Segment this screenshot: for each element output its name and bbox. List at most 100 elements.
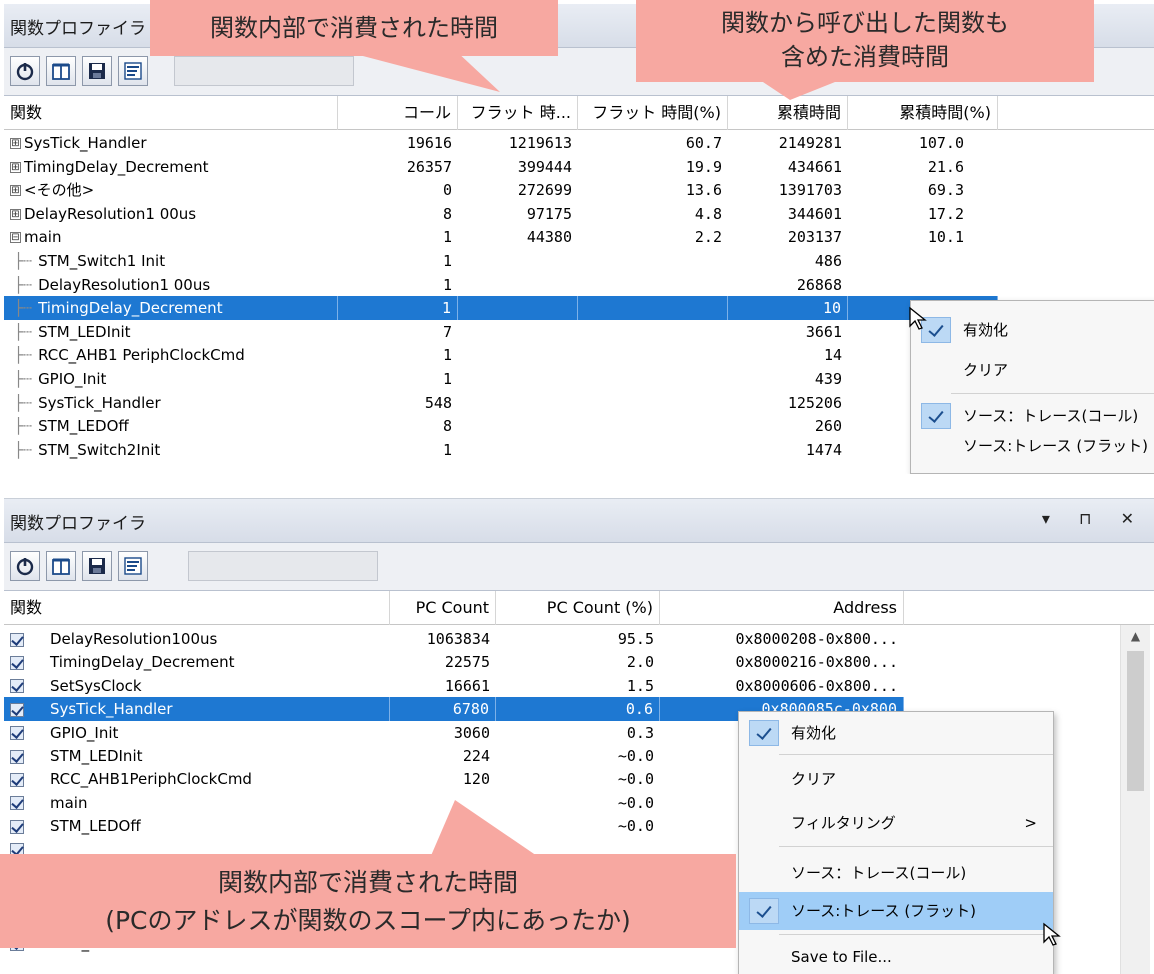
- col-flat-time[interactable]: フラット 時...: [458, 96, 578, 130]
- menu-item[interactable]: ソース:トレース (フラット): [911, 427, 1154, 465]
- function-name-cell: ├┄ STM_Switch1 Init: [4, 249, 338, 273]
- list-view-icon[interactable]: [118, 56, 148, 86]
- expand-icon[interactable]: ⊞: [10, 161, 21, 173]
- menu-separator: [951, 393, 1154, 394]
- clear-icon[interactable]: [46, 551, 76, 581]
- table-row[interactable]: ├┄ STM_Switch2Init 1 1474: [4, 438, 998, 462]
- expand-icon[interactable]: ⊞: [10, 208, 21, 220]
- toolbar-filter-field[interactable]: [174, 56, 354, 86]
- table-row[interactable]: ├┄ TimingDelay_Decrement 1 10: [4, 296, 998, 321]
- cell-flat: [458, 296, 578, 321]
- table-row[interactable]: ├┄ STM_LEDInit 7 3661: [4, 320, 998, 344]
- menu-item-label: ソース:トレース (フラット): [791, 902, 977, 920]
- table-row[interactable]: ⊟ main 1 44380 2.2 203137 10.1: [4, 225, 998, 249]
- col-cum-time[interactable]: 累積時間: [728, 96, 848, 130]
- table-row[interactable]: ├┄ DelayResolution1 00us 1 26868: [4, 273, 998, 297]
- window-buttons[interactable]: ▾ ⊓ ✕: [1042, 509, 1146, 528]
- menu-item[interactable]: クリア: [739, 760, 1053, 798]
- cell-flat-pct: [578, 367, 728, 391]
- bottom-table-header: 関数 PC Count PC Count (%) Address: [4, 591, 1154, 625]
- list-view-icon[interactable]: [118, 551, 148, 581]
- checkbox-checked-icon[interactable]: [10, 772, 24, 787]
- save-icon[interactable]: [82, 551, 112, 581]
- table-row[interactable]: ├┄ STM_Switch1 Init 1 486: [4, 249, 998, 273]
- cell-flat-pct: 2.2: [694, 228, 722, 247]
- scrollbar-thumb[interactable]: [1127, 651, 1144, 791]
- expand-icon[interactable]: ⊞: [10, 185, 21, 197]
- table-row[interactable]: ├┄ RCC_AHB1 PeriphClockCmd 1 14: [4, 343, 998, 367]
- checkbox-checked-icon[interactable]: [10, 655, 24, 670]
- checkbox-checked-icon[interactable]: [10, 749, 24, 764]
- table-row[interactable]: ⊞ DelayResolution1 00us 8 97175 4.8 344601 17.…: [4, 202, 998, 226]
- cell-addr: 0x8000208-0x800...: [735, 630, 898, 648]
- table-row[interactable]: TimingDelay_Decrement 22575 2.0 0x8000216-0…: [4, 650, 904, 674]
- vertical-scrollbar[interactable]: ▲: [1120, 625, 1150, 974]
- cell-cum: 260: [814, 417, 842, 436]
- collapse-icon[interactable]: ⊟: [10, 232, 21, 244]
- checkbox-checked-icon[interactable]: [10, 702, 24, 717]
- col-flat-time-pct[interactable]: フラット 時間(%): [578, 96, 728, 130]
- toolbar-filter-field[interactable]: [188, 551, 378, 581]
- cell-flat: [458, 438, 578, 462]
- function-name: DelayResolution100us: [50, 630, 218, 648]
- col-call[interactable]: コール: [338, 96, 458, 130]
- cell-flat-pct: [578, 414, 728, 438]
- col-pc-count-pct[interactable]: PC Count (%): [496, 591, 660, 625]
- expand-icon[interactable]: ⊞: [10, 138, 21, 149]
- clear-icon[interactable]: [46, 56, 76, 86]
- menu-item[interactable]: ソース:トレース (フラット): [739, 892, 1053, 930]
- checkbox-checked-icon[interactable]: [10, 726, 24, 741]
- cell-flat: 97175: [526, 204, 572, 223]
- power-icon[interactable]: [10, 551, 40, 581]
- function-name: STM_LEDInit: [50, 747, 143, 765]
- function-name-cell: ⊟ main: [4, 225, 338, 249]
- checkbox-checked-icon[interactable]: [10, 679, 24, 694]
- callout-top-left-text: 関数内部で消費された時間: [210, 14, 498, 42]
- table-row[interactable]: SetSysClock 16661 1.5 0x8000606-0x800...: [4, 674, 904, 698]
- table-row[interactable]: ⊞ SysTick_Handler 19616 1219613 60.7 2149281 1…: [4, 131, 998, 155]
- col-address[interactable]: Address: [660, 591, 904, 625]
- menu-item-label: クリア: [791, 770, 837, 788]
- menu-item[interactable]: 有効化: [911, 311, 1154, 349]
- menu-item[interactable]: クリア: [911, 351, 1154, 389]
- function-name: DelayResolution1 00us: [24, 204, 197, 223]
- cell-pc: 120: [462, 770, 490, 789]
- cell-call: 1: [442, 346, 452, 365]
- mouse-cursor-icon: [909, 306, 927, 330]
- menu-item[interactable]: ソース：トレース(コール): [739, 854, 1053, 892]
- menu-item-label: クリア: [963, 361, 1009, 379]
- cell-flat-pct: [578, 296, 728, 321]
- scroll-up-icon[interactable]: ▲: [1121, 625, 1150, 647]
- col-function[interactable]: 関数: [4, 591, 390, 625]
- function-name-cell: ├┄ STM_LEDOff: [4, 414, 338, 438]
- cell-flat: [458, 343, 578, 367]
- cell-flat: 272699: [517, 181, 572, 200]
- checkbox-checked-icon[interactable]: [10, 796, 24, 811]
- table-row[interactable]: ├┄ SysTick_Handler 548 125206: [4, 391, 998, 415]
- checkbox-checked-icon[interactable]: [10, 819, 24, 834]
- menu-separator: [779, 846, 1053, 847]
- table-row[interactable]: DelayResolution100us 1063834 95.5 0x8000208…: [4, 627, 904, 651]
- table-row[interactable]: ⊞ TimingDelay_Decrement 26357 399444 19.9 434…: [4, 155, 998, 179]
- col-pc-count[interactable]: PC Count: [390, 591, 496, 625]
- menu-item[interactable]: 有効化: [739, 714, 1053, 752]
- table-row[interactable]: ├┄ STM_LEDOff 8 260: [4, 414, 998, 438]
- table-row[interactable]: ├┄ GPIO_Init 1 439: [4, 367, 998, 391]
- save-icon[interactable]: [82, 56, 112, 86]
- checkbox-checked-icon[interactable]: [10, 632, 24, 647]
- col-cum-time-pct[interactable]: 累積時間(%): [848, 96, 998, 130]
- menu-item[interactable]: Save to File...: [739, 938, 1053, 974]
- power-icon[interactable]: [10, 56, 40, 86]
- menu-item-label: 有効化: [791, 724, 837, 742]
- table-row[interactable]: ⊞ <その他> 0 272699 13.6 1391703 69.3: [4, 178, 998, 202]
- function-name-cell: ⊞ <その他>: [4, 178, 338, 202]
- tree-line-icon: ├┄: [14, 393, 33, 412]
- cell-flat-pct: [578, 273, 728, 297]
- menu-item[interactable]: フィルタリング >: [739, 804, 1053, 842]
- function-name-cell: ├┄ STM_Switch2Init: [4, 438, 338, 462]
- cell-flat-pct: [578, 343, 728, 367]
- menu-item-label: ソース：トレース(コール): [791, 864, 967, 882]
- col-function[interactable]: 関数: [4, 96, 338, 130]
- bottom-context-menu: 有効化クリアフィルタリング > ソース：トレース(コール) ソース:トレース (フラッ…: [738, 711, 1054, 974]
- cell-flat-pct: [578, 438, 728, 462]
